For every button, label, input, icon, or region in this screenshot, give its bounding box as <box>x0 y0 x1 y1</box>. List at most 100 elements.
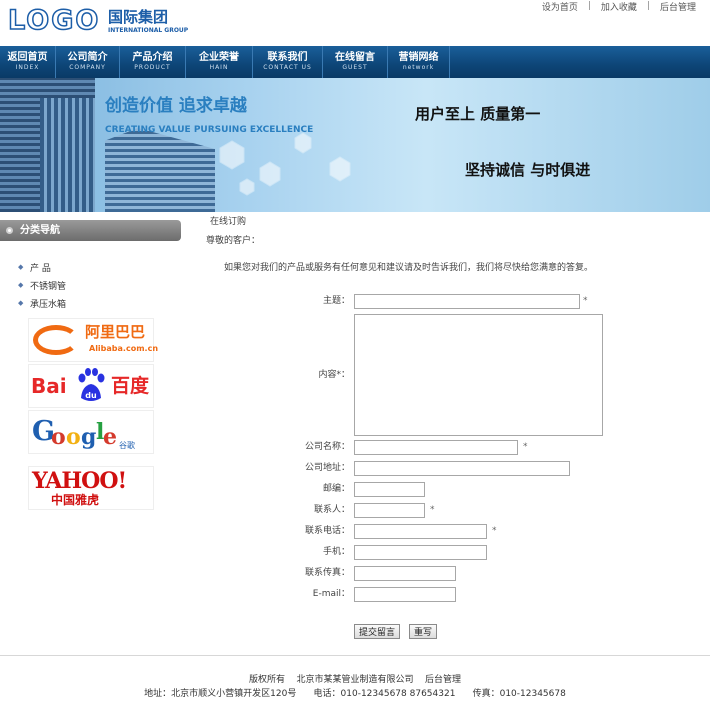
company-name: 北京市某某管业制造有限公司 <box>296 675 414 685</box>
guestbook-form: 在线订购 尊敬的客户： 如果您对我们的产品或服务有任何意见和建议请及时告诉我们，… <box>194 212 710 655</box>
address-label: 公司地址： <box>304 463 350 473</box>
banner-motto-2: 坚持诚信 与时俱进 <box>465 161 591 179</box>
nav-label: 在线留言 <box>335 52 375 63</box>
required-mark: * <box>430 505 435 515</box>
alibaba-swoosh-icon <box>33 325 79 355</box>
contact-field[interactable] <box>354 503 425 518</box>
contact-line: 地址：北京市顺义小营镇开发区120号 电话：010-12345678 87654… <box>0 689 710 700</box>
logo[interactable]: LOGO <box>7 6 100 35</box>
building-image <box>40 98 95 212</box>
yahoo-text: YAHOO! <box>32 468 127 494</box>
category-nav-title: 分类导航 <box>20 225 60 236</box>
category-label: 承压水箱 <box>30 299 67 310</box>
nav-item-contact[interactable]: 联系我们 CONTACT US <box>253 46 323 78</box>
sidebar: 分类导航 ◆ 产 品 ◆ 不锈钢管 ◆ 承压水箱 阿里巴巴 Alibaba.co… <box>0 212 194 655</box>
nav-item-home[interactable]: 返回首页 INDEX <box>0 46 56 78</box>
logo-cn-name: 国际集团 <box>108 8 169 26</box>
site-footer: 版权所有 北京市某某管业制造有限公司 后台管理 地址：北京市顺义小营镇开发区12… <box>0 655 710 703</box>
google-letter: o <box>51 424 66 450</box>
category-label: 不锈钢管 <box>30 281 67 292</box>
address-field[interactable] <box>354 461 570 476</box>
yahoo-cn-text: 中国雅虎 <box>51 493 100 507</box>
yahoo-logo[interactable]: YAHOO! 中国雅虎 <box>28 466 154 510</box>
footer-address: 地址：北京市顺义小营镇开发区120号 <box>144 689 297 699</box>
footer-admin-link[interactable]: 后台管理 <box>425 675 461 685</box>
copyright-label: 版权所有 <box>249 675 286 685</box>
intro-text: 如果您对我们的产品或服务有任何意见和建议请及时告诉我们，我们将尽快给您满意的答复… <box>224 263 594 273</box>
banner-motto-1: 用户至上 质量第一 <box>415 105 541 123</box>
set-homepage-link[interactable]: 设为首页 <box>532 0 588 13</box>
company-label: 公司名称： <box>304 442 350 452</box>
google-letter: o <box>66 424 81 450</box>
zip-field[interactable] <box>354 482 425 497</box>
footer-phone: 电话：010-12345678 87654321 <box>313 689 456 699</box>
category-item-products[interactable]: ◆ 产 品 <box>18 261 51 274</box>
nav-item-guestbook[interactable]: 在线留言 GUEST <box>323 46 388 78</box>
baidu-logo[interactable]: Bai du 百度 <box>28 364 154 408</box>
reset-button[interactable]: 重写 <box>409 624 438 639</box>
breadcrumb: 在线订购 <box>210 217 247 227</box>
baidu-paw-text: du <box>85 391 97 400</box>
email-label: E-mail： <box>312 589 350 599</box>
admin-link[interactable]: 后台管理 <box>650 0 706 13</box>
arrow-bullet-icon: ◆ <box>18 262 24 271</box>
alibaba-en-text: Alibaba.com.cn <box>89 344 159 353</box>
main-nav: 返回首页 INDEX 公司简介 COMPANY 产品介绍 PRODUCT 企业荣… <box>0 46 710 78</box>
site-header: LOGO 国际集团 INTERNATIONAL GROUP 设为首页 | 加入收… <box>0 0 710 46</box>
mobile-label: 手机： <box>322 547 350 557</box>
phone-label: 联系电话： <box>304 526 350 536</box>
email-field[interactable] <box>354 587 456 602</box>
nav-item-company[interactable]: 公司简介 COMPANY <box>56 46 120 78</box>
category-nav-header: 分类导航 <box>0 220 181 241</box>
phone-field[interactable] <box>354 524 487 539</box>
category-item-water-tank[interactable]: ◆ 承压水箱 <box>18 297 67 310</box>
banner-slogan-cn: 创造价值 追求卓越 <box>105 96 247 116</box>
nav-item-products[interactable]: 产品介绍 PRODUCT <box>120 46 186 78</box>
alibaba-logo[interactable]: 阿里巴巴 Alibaba.com.cn <box>28 318 158 362</box>
subject-field[interactable] <box>354 294 580 309</box>
nav-label: 企业荣誉 <box>199 52 239 63</box>
nav-sublabel: INDEX <box>15 64 40 71</box>
greeting-text: 尊敬的客户： <box>206 236 261 246</box>
category-label: 产 品 <box>30 263 51 274</box>
subject-label: 主题： <box>322 296 350 306</box>
arrow-bullet-icon: ◆ <box>18 298 24 307</box>
baidu-paw-icon: du <box>78 368 105 401</box>
banner-slogan-en: CREATING VALUE PURSUING EXCELLENCE <box>105 125 314 135</box>
nav-item-network[interactable]: 营销网络 network <box>388 46 450 78</box>
nav-label: 营销网络 <box>398 52 439 63</box>
nav-sublabel: GUEST <box>342 64 368 71</box>
baidu-text: Bai <box>31 374 67 398</box>
nav-item-honors[interactable]: 企业荣誉 HAIN <box>186 46 253 78</box>
fax-label: 联系传真： <box>304 568 350 578</box>
contact-label: 联系人： <box>313 505 350 515</box>
content-textarea[interactable] <box>354 314 603 436</box>
add-favorite-link[interactable]: 加入收藏 <box>591 0 647 13</box>
content-label: 内容*： <box>318 370 350 380</box>
baidu-cn-text: 百度 <box>111 375 150 397</box>
nav-sublabel: PRODUCT <box>134 64 171 71</box>
nav-label: 联系我们 <box>267 52 308 63</box>
copyright-line: 版权所有 北京市某某管业制造有限公司 后台管理 <box>0 675 710 686</box>
top-links: 设为首页 | 加入收藏 | 后台管理 <box>532 0 706 13</box>
hero-banner: 创造价值 追求卓越 CREATING VALUE PURSUING EXCELL… <box>0 78 710 212</box>
category-item-steel-pipe[interactable]: ◆ 不锈钢管 <box>18 279 67 292</box>
google-letter: e <box>103 424 117 450</box>
mobile-field[interactable] <box>354 545 487 560</box>
google-logo[interactable]: G o o g l e 谷歌 <box>28 410 154 454</box>
submit-button[interactable]: 提交留言 <box>354 624 401 639</box>
nav-label: 公司简介 <box>67 52 108 63</box>
nav-sublabel: HAIN <box>209 64 229 71</box>
logo-en-name: INTERNATIONAL GROUP <box>108 27 189 34</box>
google-letter: g <box>81 424 97 450</box>
google-cn-text: 谷歌 <box>119 441 135 450</box>
nav-label: 返回首页 <box>7 52 48 63</box>
fax-field[interactable] <box>354 566 456 581</box>
arrow-bullet-icon: ◆ <box>18 280 24 289</box>
required-mark: * <box>523 442 528 452</box>
company-field[interactable] <box>354 440 518 455</box>
required-mark: * <box>492 526 497 536</box>
required-mark: * <box>583 296 588 306</box>
zip-label: 邮编： <box>322 484 350 494</box>
nav-label: 产品介绍 <box>132 52 173 63</box>
